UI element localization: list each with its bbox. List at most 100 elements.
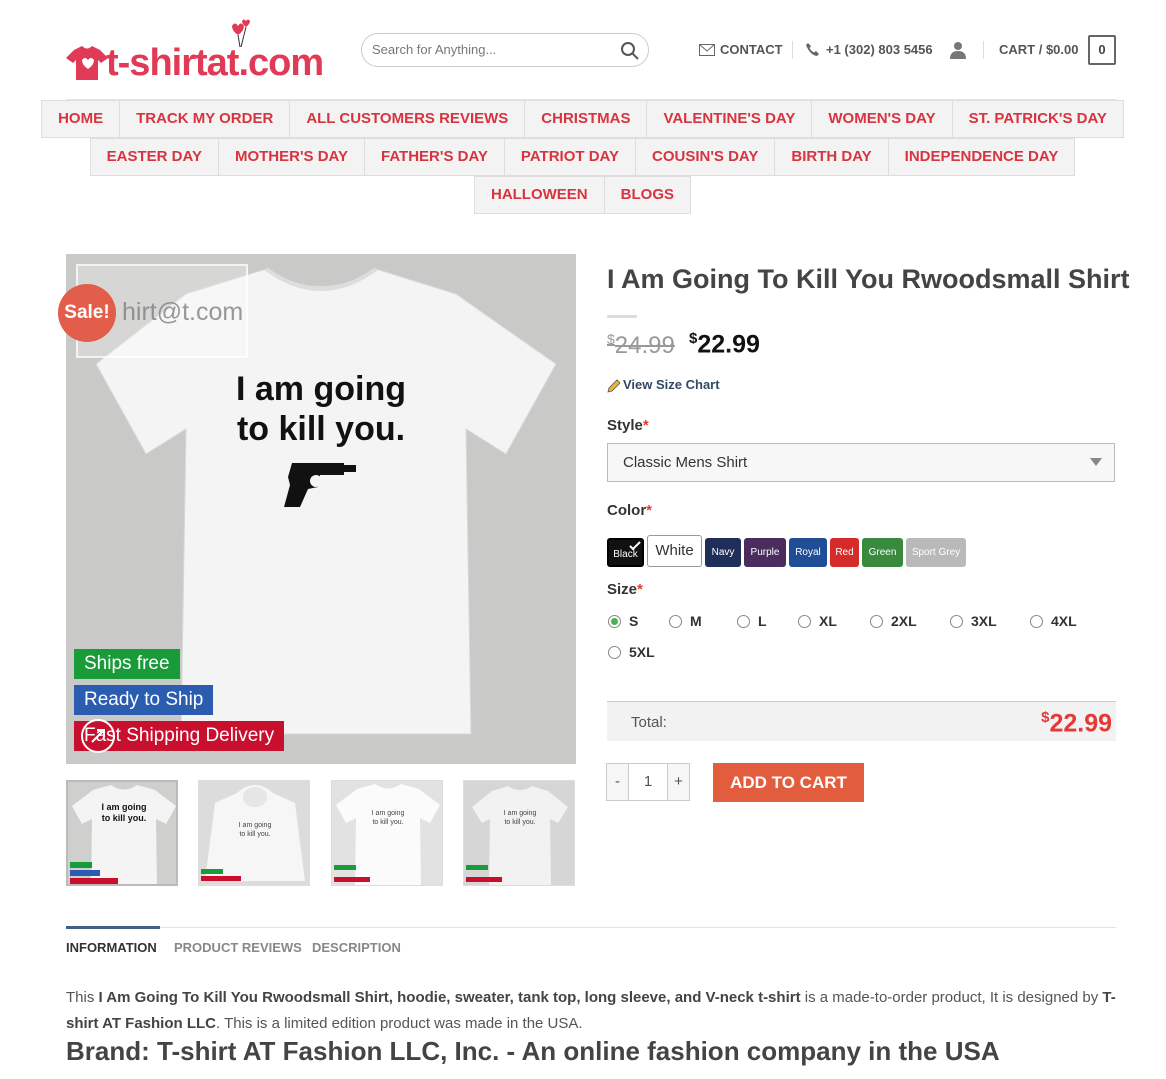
menu-item-st-patricks-day[interactable]: ST. PATRICK'S DAY [951,100,1124,138]
menu-item-womens-day[interactable]: WOMEN'S DAY [811,100,953,138]
size-option-4xl[interactable]: 4XL [1030,613,1077,629]
required-mark: * [637,581,643,598]
expand-icon[interactable] [80,718,116,754]
qty-input[interactable]: 1 [628,763,668,801]
product-main-image[interactable]: I am going to kill you. hirt@t.com Ships… [66,254,576,764]
checkmark-icon [629,541,641,551]
tab-information[interactable]: INFORMATION [66,940,157,955]
menu-item-track-order[interactable]: TRACK MY ORDER [119,100,291,138]
thumb-print-line-1: I am going [371,810,405,817]
radio-button[interactable] [608,645,621,659]
radio-button[interactable] [608,614,621,628]
menu-item-halloween[interactable]: HALLOWEEN [473,176,605,214]
size-option-l[interactable]: L [737,613,767,629]
search-input[interactable] [372,42,612,57]
tab-product-reviews[interactable]: PRODUCT REVIEWS [174,940,302,955]
total-amount: 22.99 [1049,709,1112,738]
qty-plus-button[interactable]: + [667,763,690,801]
menu-item-independence-day[interactable]: INDEPENDENCE DAY [887,138,1076,176]
menu-item-home[interactable]: HOME [41,100,121,138]
thumb-tshirt-image [68,782,176,884]
menu-item-birth-day[interactable]: BIRTH DAY [774,138,889,176]
radio-button[interactable] [950,614,963,628]
swatch-white[interactable]: White [647,535,702,567]
old-price-currency: $ [607,331,615,347]
radio-button[interactable] [798,614,811,628]
add-to-cart-button[interactable]: ADD TO CART [713,763,864,802]
main-menu-row-2: EASTER DAY MOTHER'S DAY FATHER'S DAY PAT… [0,138,1166,176]
badge-ships-free: Ships free [74,649,180,679]
thumbnail-4[interactable]: I am going to kill you. [463,780,575,886]
menu-item-patriot-day[interactable]: PATRIOT DAY [503,138,636,176]
user-account-icon[interactable] [949,41,967,59]
old-price-value: 24.99 [614,332,675,359]
size-option-2xl[interactable]: 2XL [870,613,917,629]
size-option-s[interactable]: S [608,613,638,629]
color-label: Color* [607,502,652,519]
cart-link[interactable]: CART / $0.00 [999,42,1078,57]
pencil-icon [607,378,621,393]
size-option-label: 3XL [971,613,997,629]
cart-count-badge[interactable]: 0 [1088,35,1116,65]
shirt-print-text: I am going to kill you. [66,369,576,449]
size-option-label: S [629,613,639,629]
style-select[interactable]: Classic Mens Shirt [607,443,1115,482]
size-option-m[interactable]: M [669,613,702,629]
size-option-5xl[interactable]: 5XL [608,644,655,660]
thumb-print-line-1: I am going [503,810,537,817]
menu-item-mothers-day[interactable]: MOTHER'S DAY [217,138,365,176]
size-option-xl[interactable]: XL [798,613,837,629]
menu-item-fathers-day[interactable]: FATHER'S DAY [364,138,505,176]
search-icon[interactable] [620,41,640,61]
size-option-label: 4XL [1051,613,1077,629]
swatch-green[interactable]: Green [862,538,903,567]
envelope-icon [699,43,715,56]
style-selected-value: Classic Mens Shirt [623,454,748,471]
contact-label: CONTACT [720,42,783,57]
size-chart-link[interactable]: View Size Chart [607,377,720,393]
radio-button[interactable] [1030,614,1043,628]
main-menu-row-1: HOME TRACK MY ORDER ALL CUSTOMERS REVIEW… [0,100,1166,138]
size-option-label: M [690,613,702,629]
size-option-label: 2XL [891,613,917,629]
swatch-black[interactable]: Black [607,538,644,567]
sale-price-value: 22.99 [697,330,760,359]
thumb-print-line-2: to kill you. [101,813,147,823]
sale-price: $22.99 [689,330,760,359]
swatch-purple[interactable]: Purple [744,538,786,567]
thumbnail-1[interactable]: I am going to kill you. [66,780,178,886]
size-label-text: Size [607,581,638,598]
menu-item-easter-day[interactable]: EASTER DAY [89,138,219,176]
swatch-sport-grey[interactable]: Sport Grey [906,538,966,567]
size-label: Size* [607,581,643,598]
total-label: Total: [631,714,667,731]
menu-item-cousins-day[interactable]: COUSIN'S DAY [635,138,776,176]
radio-button[interactable] [870,614,883,628]
sale-badge: Sale! [58,284,116,342]
logo-text: t-shirtat.com [106,42,324,84]
site-logo[interactable]: t-shirtat.com [66,18,336,84]
contact-link[interactable]: CONTACT [699,42,783,57]
qty-minus-button[interactable]: - [606,763,629,801]
swatch-navy[interactable]: Navy [705,538,741,567]
radio-button[interactable] [669,614,682,628]
radio-button[interactable] [737,614,750,628]
search-box[interactable] [361,33,649,67]
swatch-royal[interactable]: Royal [789,538,827,567]
thumbnail-3[interactable]: I am going to kill you. [331,780,443,886]
swatch-red[interactable]: Red [830,538,859,567]
phone-link[interactable]: +1 (302) 803 5456 [805,42,933,57]
divider [792,41,793,59]
shirt-print-line-1: I am going [236,370,406,408]
menu-item-customer-reviews[interactable]: ALL CUSTOMERS REVIEWS [289,100,526,138]
menu-item-valentines-day[interactable]: VALENTINE'S DAY [646,100,813,138]
thumb-tshirt-image [464,781,574,885]
desc-text: This [66,989,99,1006]
thumbnail-2[interactable]: I am going to kill you. [198,780,310,886]
menu-item-christmas[interactable]: CHRISTMAS [524,100,648,138]
tshirt-logo-icon [66,46,108,80]
size-option-3xl[interactable]: 3XL [950,613,997,629]
menu-item-blogs[interactable]: BLOGS [603,176,691,214]
style-label: Style* [607,417,649,434]
tab-description[interactable]: DESCRIPTION [312,940,401,955]
